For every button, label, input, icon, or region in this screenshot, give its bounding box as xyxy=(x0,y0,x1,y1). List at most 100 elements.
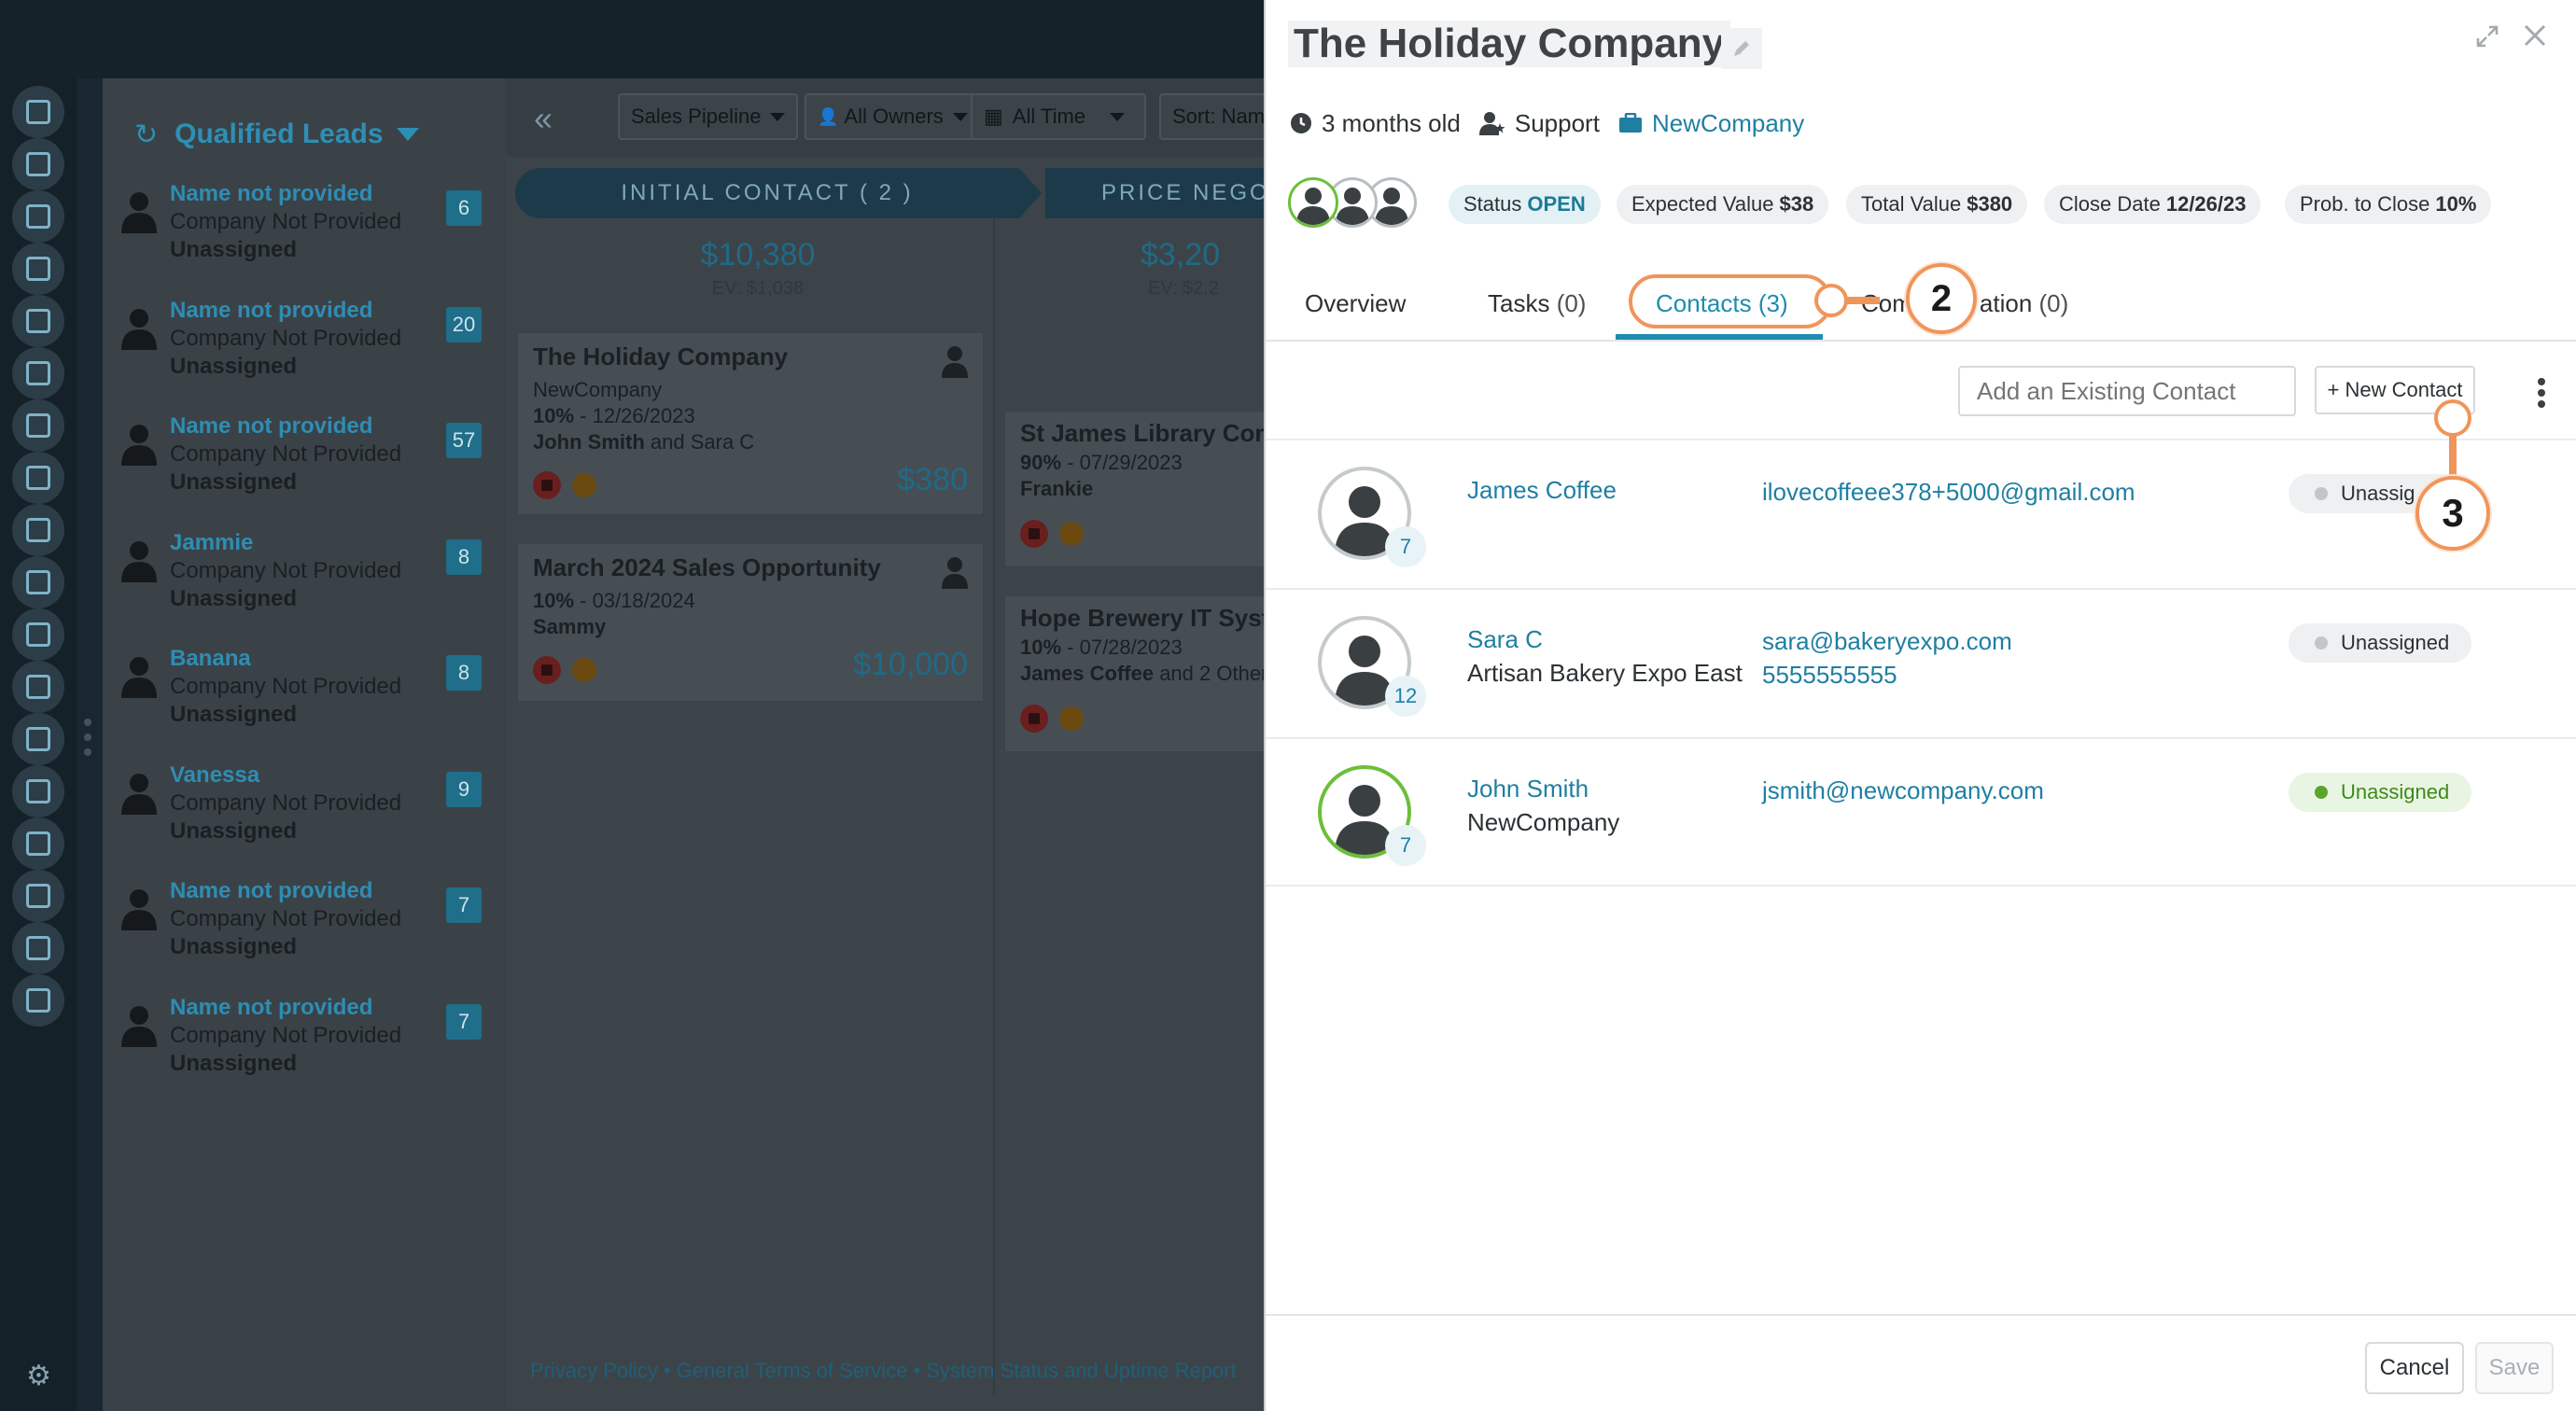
contact-email-link[interactable]: ilovecoffeee378+5000@gmail.com xyxy=(1762,478,2135,507)
contact-name-link[interactable]: Sara C xyxy=(1467,625,1543,654)
handshake-icon[interactable] xyxy=(12,713,64,765)
lead-item[interactable]: Jammie Company Not Provided Unassigned 8 xyxy=(103,521,506,633)
deal-title: St James Library Com xyxy=(1020,419,1266,447)
deal-prob-date: 10% - 12/26/2023 xyxy=(533,404,695,427)
refresh-icon[interactable]: ↻ xyxy=(134,119,158,151)
form-icon[interactable] xyxy=(12,452,64,504)
tab-overview[interactable]: Overview xyxy=(1305,289,1406,318)
status-dot-icon xyxy=(2315,786,2328,799)
add-user-icon[interactable] xyxy=(12,870,64,922)
lead-name[interactable]: Vanessa xyxy=(170,762,259,789)
lead-owner: Unassigned xyxy=(170,585,298,611)
contact-phone-link[interactable]: 5555555555 xyxy=(1762,661,1897,690)
close-icon[interactable] xyxy=(2522,22,2548,49)
lead-name[interactable]: Name not provided xyxy=(170,298,372,324)
deal-card[interactable]: St James Library Com 90% - 07/29/2023 Fr… xyxy=(1004,411,1266,567)
tab-tasks[interactable]: Tasks (0) xyxy=(1488,289,1586,318)
pin-icon[interactable] xyxy=(533,656,561,684)
calendar-icon[interactable] xyxy=(12,661,64,713)
lead-name[interactable]: Name not provided xyxy=(170,995,372,1021)
clock-icon[interactable] xyxy=(1059,522,1084,546)
terms-link[interactable]: General Terms of Service xyxy=(677,1359,908,1382)
pencil-icon[interactable] xyxy=(1721,28,1762,69)
bar-chart-icon[interactable] xyxy=(12,922,64,974)
lead-item[interactable]: Name not provided Company Not Provided Una… xyxy=(103,869,506,981)
add-existing-contact-input[interactable] xyxy=(1958,366,2296,416)
lead-name[interactable]: Name not provided xyxy=(170,413,372,440)
clock-icon[interactable] xyxy=(572,473,596,497)
megaphone-icon[interactable] xyxy=(12,399,64,452)
user-icon xyxy=(119,1004,159,1047)
stage-initial-contact[interactable]: INITIAL CONTACT ( 2 ) xyxy=(515,168,1019,218)
deal-card[interactable]: March 2024 Sales Opportunity 10% - 03/18… xyxy=(517,543,984,702)
clock-icon[interactable] xyxy=(572,658,596,682)
lead-name[interactable]: Name not provided xyxy=(170,181,372,207)
deal-card[interactable]: Hope Brewery IT Syst 10% - 07/28/2023 Ja… xyxy=(1004,595,1266,752)
deal-meta: 3 months old Support NewCompany xyxy=(1290,106,1823,140)
tv-icon[interactable] xyxy=(12,556,64,608)
privacy-link[interactable]: Privacy Policy xyxy=(530,1359,658,1382)
contact-status-badge[interactable]: Unassigned xyxy=(2289,623,2471,663)
pin-icon[interactable] xyxy=(533,471,561,499)
status-dot-icon xyxy=(2315,487,2328,500)
contact-status-badge[interactable]: Unassigned xyxy=(2289,773,2471,812)
thumbs-up-icon[interactable] xyxy=(12,504,64,556)
contact-name-link[interactable]: John Smith xyxy=(1467,775,1589,803)
chart-icon[interactable] xyxy=(12,765,64,817)
cancel-button[interactable]: Cancel xyxy=(2365,1342,2464,1394)
pipeline-icon[interactable] xyxy=(12,295,64,347)
pipeline-filter[interactable]: Sales Pipeline xyxy=(618,93,799,140)
pin-icon[interactable] xyxy=(1020,520,1048,548)
deal-card[interactable]: The Holiday Company NewCompany 10% - 12/… xyxy=(517,332,984,515)
stage-price-negotiation[interactable]: PRICE NEGOTIA xyxy=(1045,168,1264,218)
clock-icon[interactable] xyxy=(1059,706,1084,731)
lead-company: Company Not Provided xyxy=(170,441,402,467)
lead-owner: Unassigned xyxy=(170,1050,298,1076)
clipboard-icon[interactable] xyxy=(12,190,64,243)
save-button[interactable]: Save xyxy=(2475,1342,2554,1394)
company-link[interactable]: NewCompany xyxy=(1618,109,1804,138)
contact-row[interactable]: 7 John Smith NewCompany jsmith@newcompany.c… xyxy=(1266,737,2576,887)
more-options-icon[interactable] xyxy=(2537,377,2546,409)
collapse-icon[interactable]: « xyxy=(534,99,553,138)
gear-icon[interactable]: ⚙ xyxy=(26,1362,51,1390)
list-icon[interactable] xyxy=(12,347,64,399)
contacts-icon[interactable] xyxy=(12,86,64,138)
contact-company: Artisan Bakery Expo East xyxy=(1467,659,1743,687)
leads-title[interactable]: Qualified Leads xyxy=(175,119,383,150)
contact-name-link[interactable]: James Coffee xyxy=(1467,476,1617,505)
headset-icon[interactable] xyxy=(12,817,64,870)
lead-company: Company Not Provided xyxy=(170,209,402,234)
inbox-icon[interactable] xyxy=(12,138,64,190)
user-icon xyxy=(119,307,159,350)
pin-icon[interactable] xyxy=(1020,705,1048,733)
age-item: 3 months old xyxy=(1290,109,1461,138)
chevron-down-icon[interactable] xyxy=(396,128,419,141)
user-icon xyxy=(942,346,968,378)
lead-item[interactable]: Name not provided Company Not Provided Una… xyxy=(103,404,506,516)
lead-name[interactable]: Name not provided xyxy=(170,878,372,904)
deal-contact-avatars[interactable] xyxy=(1288,177,1419,233)
lead-item[interactable]: Vanessa Company Not Provided Unassigned 9 xyxy=(103,753,506,865)
expand-icon[interactable] xyxy=(2475,24,2499,49)
lead-name[interactable]: Banana xyxy=(170,646,251,672)
plug-icon[interactable] xyxy=(12,974,64,1027)
lead-name[interactable]: Jammie xyxy=(170,530,253,556)
image-icon[interactable] xyxy=(12,608,64,661)
map-icon[interactable] xyxy=(12,243,64,295)
lead-company: Company Not Provided xyxy=(170,557,402,583)
lead-item[interactable]: Name not provided Company Not Provided Una… xyxy=(103,172,506,284)
lead-owner: Unassigned xyxy=(170,469,298,495)
resize-grip[interactable] xyxy=(84,719,91,771)
contact-row[interactable]: 12 Sara C Artisan Bakery Expo East sara@bak… xyxy=(1266,588,2576,737)
leads-header: ↻ Qualified Leads xyxy=(103,106,506,162)
time-filter[interactable]: ▦ All Time xyxy=(971,93,1146,140)
lead-item[interactable]: Name not provided Company Not Provided Una… xyxy=(103,288,506,400)
lead-item[interactable]: Name not provided Company Not Provided Una… xyxy=(103,985,506,1097)
contact-email-link[interactable]: sara@bakeryexpo.com xyxy=(1762,627,2012,656)
owners-filter[interactable]: 👤 All Owners xyxy=(805,93,981,140)
contact-email-link[interactable]: jsmith@newcompany.com xyxy=(1762,776,2044,805)
status-link[interactable]: System Status and Uptime Report xyxy=(926,1359,1237,1382)
contact-row[interactable]: 7 James Coffee ilovecoffeee378+5000@gmail.… xyxy=(1266,439,2576,588)
lead-item[interactable]: Banana Company Not Provided Unassigned 8 xyxy=(103,636,506,748)
